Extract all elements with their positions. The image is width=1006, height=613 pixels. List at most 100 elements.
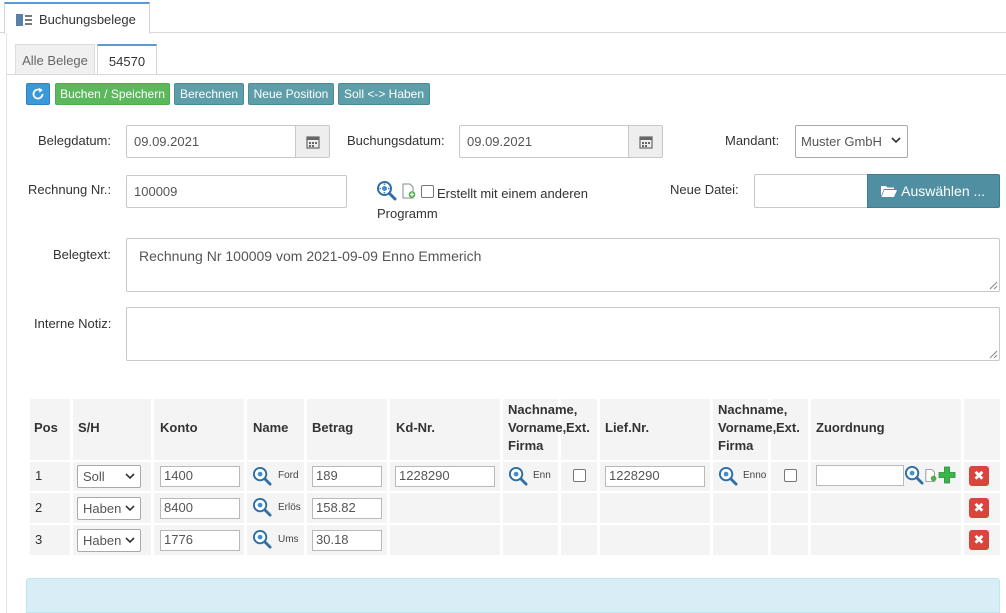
betrag-input[interactable]: 189 — [312, 466, 382, 487]
kdnr-input[interactable]: 1228290 — [395, 466, 495, 487]
book-icon — [16, 14, 32, 26]
lief-ext-checkbox[interactable] — [784, 469, 797, 482]
sh-value: Haben — [83, 533, 122, 548]
calculate-button[interactable]: Berechnen — [174, 83, 244, 105]
belegtext-label: Belegtext: — [53, 247, 111, 262]
belegdatum-label: Belegdatum: — [38, 133, 111, 148]
header-kdnr: Kd-Nr. — [396, 420, 435, 435]
resize-grip-icon[interactable] — [989, 350, 998, 359]
tab-divider — [7, 74, 1006, 75]
konto-input[interactable]: 8400 — [160, 498, 240, 519]
save-button[interactable]: Buchen / Speichern — [55, 83, 170, 105]
document-add-icon[interactable] — [925, 468, 937, 483]
belegdatum-calendar-button[interactable] — [295, 125, 330, 158]
betrag-input[interactable]: 158.82 — [312, 498, 382, 519]
header-zuordnung: Zuordnung — [816, 420, 885, 435]
konto-name: Ford — [278, 470, 299, 481]
swap-soll-haben-button[interactable]: Soll <-> Haben — [338, 83, 430, 105]
buchungsdatum-calendar-button[interactable] — [628, 125, 663, 158]
sh-value: Soll — [83, 469, 105, 484]
document-add-icon[interactable] — [402, 183, 416, 199]
delete-row-button[interactable]: ✖ — [969, 466, 989, 486]
header-lief-name-2: Vorname, — [718, 420, 777, 435]
rechnung-input[interactable]: 100009 — [126, 175, 347, 208]
belegdatum-input[interactable]: 09.09.2021 — [126, 125, 297, 158]
header-konto: Konto — [160, 420, 198, 435]
file-input-display[interactable] — [754, 174, 868, 208]
window-tab-label: Buchungsbelege — [39, 12, 136, 27]
row-pos: 3 — [35, 532, 43, 547]
new-position-button[interactable]: Neue Position — [248, 83, 334, 105]
chevron-down-icon — [125, 537, 135, 544]
header-lief-name-1: Nachname, — [718, 402, 788, 417]
mandant-value: Muster GmbH — [801, 134, 882, 149]
buchungsdatum-input[interactable]: 09.09.2021 — [459, 125, 630, 158]
plus-icon[interactable] — [938, 466, 956, 484]
kd-ext-checkbox[interactable] — [573, 469, 586, 482]
header-kd-name-1: Nachname, — [508, 402, 578, 417]
sh-value: Haben — [83, 501, 122, 516]
info-alert — [26, 578, 1000, 613]
resize-grip-icon[interactable] — [989, 281, 998, 290]
window-tab-buchungsbelege[interactable]: Buchungsbelege — [4, 2, 150, 34]
sh-select[interactable]: Soll — [77, 465, 141, 488]
calendar-icon — [306, 136, 320, 149]
belegtext-value: Rechnung Nr 100009 vom 2021-09-09 Enno E… — [139, 248, 482, 264]
delete-row-button[interactable]: ✖ — [969, 530, 989, 550]
kd-name: Enn — [533, 470, 551, 481]
belegtext-textarea[interactable]: Rechnung Nr 100009 vom 2021-09-09 Enno E… — [126, 238, 1000, 292]
window-tabbar: Buchungsbelege — [0, 0, 1006, 34]
liefnr-input[interactable]: 1228290 — [605, 466, 705, 487]
header-betrag: Betrag — [312, 420, 354, 435]
search-gear-icon[interactable] — [252, 529, 272, 549]
refresh-icon — [32, 87, 44, 100]
folder-open-icon — [881, 186, 897, 197]
header-ext-2: Ext. — [776, 420, 800, 435]
tab-alle-belege[interactable]: Alle Belege — [15, 44, 95, 75]
konto-input[interactable]: 1776 — [160, 530, 240, 551]
konto-name: Erlös — [278, 502, 301, 513]
sh-select[interactable]: Haben — [77, 497, 141, 520]
mandant-select[interactable]: Muster GmbH — [795, 125, 908, 158]
buchungsdatum-label: Buchungsdatum: — [347, 133, 445, 148]
konto-input[interactable]: 1400 — [160, 466, 240, 487]
row-pos: 2 — [35, 500, 43, 515]
search-gear-icon[interactable] — [376, 180, 397, 201]
row-pos: 1 — [35, 468, 43, 483]
notiz-textarea[interactable] — [126, 307, 1000, 361]
search-gear-icon[interactable] — [508, 466, 528, 486]
choose-file-label: Auswählen ... — [901, 183, 986, 199]
header-ext: Ext. — [566, 420, 590, 435]
refresh-button[interactable] — [26, 83, 50, 105]
external-program-checkbox[interactable] — [421, 185, 434, 198]
search-gear-icon[interactable] — [718, 466, 738, 486]
header-pos: Pos — [34, 420, 58, 435]
search-gear-icon[interactable] — [252, 497, 272, 517]
delete-row-button[interactable]: ✖ — [969, 498, 989, 518]
rechnung-label: Rechnung Nr.: — [28, 182, 112, 197]
chevron-down-icon — [125, 473, 135, 480]
header-kd-name-2: Vorname, — [508, 420, 567, 435]
chevron-down-icon — [125, 505, 135, 512]
calendar-icon — [639, 136, 653, 149]
header-lief-name-3: Firma — [718, 438, 754, 453]
search-gear-icon[interactable] — [904, 465, 924, 485]
betrag-input[interactable]: 30.18 — [312, 530, 382, 551]
header-kd-name-3: Firma — [508, 438, 544, 453]
zuordnung-input[interactable] — [816, 465, 904, 486]
header-liefnr: Lief.Nr. — [605, 420, 650, 435]
external-program-label-2: Programm — [377, 206, 438, 221]
external-program-label: Erstellt mit einem anderen — [437, 186, 589, 201]
sh-select[interactable]: Haben — [77, 529, 141, 552]
lief-name: Enno — [743, 470, 767, 481]
chevron-down-icon — [891, 137, 901, 144]
frame-border — [6, 33, 7, 613]
header-sh: S/H — [78, 420, 100, 435]
notiz-label: Interne Notiz: — [34, 316, 112, 331]
konto-name: Ums — [278, 534, 299, 545]
choose-file-button[interactable]: Auswählen ... — [867, 174, 1000, 208]
mandant-label: Mandant: — [725, 133, 780, 148]
search-gear-icon[interactable] — [252, 466, 272, 486]
neue-datei-label: Neue Datei: — [670, 182, 739, 197]
tab-54570[interactable]: 54570 — [97, 44, 157, 75]
